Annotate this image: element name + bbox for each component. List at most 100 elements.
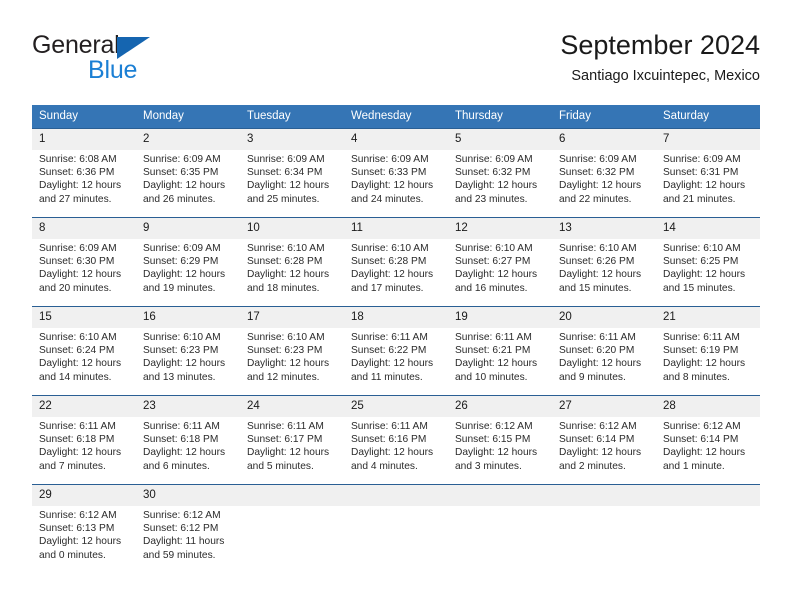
- sunset-text: Sunset: 6:21 PM: [455, 345, 531, 357]
- generalblue-logo[interactable]: General Blue: [32, 28, 212, 84]
- sunset-text: Sunset: 6:14 PM: [559, 434, 635, 446]
- day-number: [656, 485, 760, 506]
- day-cell[interactable]: 21 Sunrise: 6:11 AM Sunset: 6:19 PM Dayl…: [656, 306, 760, 396]
- day-number: [344, 485, 448, 506]
- daylight-text-line2: and 18 minutes.: [247, 282, 320, 294]
- day-cell[interactable]: 22 Sunrise: 6:11 AM Sunset: 6:18 PM Dayl…: [32, 395, 136, 485]
- day-details: Sunrise: 6:11 AM Sunset: 6:19 PM Dayligh…: [656, 328, 760, 384]
- daylight-text-line1: Daylight: 12 hours: [663, 180, 746, 192]
- day-cell[interactable]: 18 Sunrise: 6:11 AM Sunset: 6:22 PM Dayl…: [344, 306, 448, 396]
- day-details: Sunrise: 6:12 AM Sunset: 6:12 PM Dayligh…: [136, 506, 240, 562]
- day-cell-empty: [656, 484, 760, 573]
- day-cell[interactable]: 10 Sunrise: 6:10 AM Sunset: 6:28 PM Dayl…: [240, 217, 344, 307]
- day-cell[interactable]: 24 Sunrise: 6:11 AM Sunset: 6:17 PM Dayl…: [240, 395, 344, 485]
- sunset-text: Sunset: 6:30 PM: [39, 256, 115, 268]
- daylight-text-line1: Daylight: 12 hours: [663, 358, 746, 370]
- day-cell[interactable]: 26 Sunrise: 6:12 AM Sunset: 6:15 PM Dayl…: [448, 395, 552, 485]
- day-cell[interactable]: 1 Sunrise: 6:08 AM Sunset: 6:36 PM Dayli…: [32, 128, 136, 218]
- day-cell[interactable]: 6 Sunrise: 6:09 AM Sunset: 6:32 PM Dayli…: [552, 128, 656, 218]
- sunrise-text: Sunrise: 6:08 AM: [39, 154, 117, 165]
- day-number: 18: [344, 307, 448, 328]
- day-number: 9: [136, 218, 240, 239]
- day-cell[interactable]: 13 Sunrise: 6:10 AM Sunset: 6:26 PM Dayl…: [552, 217, 656, 307]
- daylight-text-line2: and 15 minutes.: [559, 282, 632, 294]
- sunrise-text: Sunrise: 6:12 AM: [559, 421, 637, 432]
- sunset-text: Sunset: 6:32 PM: [455, 167, 531, 179]
- day-number: 2: [136, 129, 240, 150]
- day-details: Sunrise: 6:11 AM Sunset: 6:20 PM Dayligh…: [552, 328, 656, 384]
- day-details: Sunrise: 6:12 AM Sunset: 6:14 PM Dayligh…: [552, 417, 656, 473]
- day-cell[interactable]: 23 Sunrise: 6:11 AM Sunset: 6:18 PM Dayl…: [136, 395, 240, 485]
- daylight-text-line2: and 1 minute.: [663, 460, 725, 472]
- sunset-text: Sunset: 6:23 PM: [143, 345, 219, 357]
- day-details: Sunrise: 6:11 AM Sunset: 6:18 PM Dayligh…: [32, 417, 136, 473]
- daylight-text-line2: and 2 minutes.: [559, 460, 626, 472]
- day-number: 19: [448, 307, 552, 328]
- day-details: Sunrise: 6:09 AM Sunset: 6:35 PM Dayligh…: [136, 150, 240, 206]
- calendar-week-row: 22 Sunrise: 6:11 AM Sunset: 6:18 PM Dayl…: [32, 395, 760, 485]
- day-number: 29: [32, 485, 136, 506]
- page-header: General Blue September 2024 Santiago Ixc…: [32, 28, 760, 90]
- weekday-header-saturday: Saturday: [656, 105, 760, 129]
- day-number: 15: [32, 307, 136, 328]
- day-number: 4: [344, 129, 448, 150]
- daylight-text-line1: Daylight: 12 hours: [39, 269, 122, 281]
- daylight-text-line1: Daylight: 12 hours: [663, 447, 746, 459]
- day-details: Sunrise: 6:11 AM Sunset: 6:16 PM Dayligh…: [344, 417, 448, 473]
- day-details: Sunrise: 6:08 AM Sunset: 6:36 PM Dayligh…: [32, 150, 136, 206]
- sunrise-text: Sunrise: 6:11 AM: [247, 421, 324, 432]
- day-cell[interactable]: 28 Sunrise: 6:12 AM Sunset: 6:14 PM Dayl…: [656, 395, 760, 485]
- daylight-text-line1: Daylight: 12 hours: [39, 358, 122, 370]
- day-cell[interactable]: 15 Sunrise: 6:10 AM Sunset: 6:24 PM Dayl…: [32, 306, 136, 396]
- sunrise-text: Sunrise: 6:12 AM: [143, 510, 221, 521]
- day-cell[interactable]: 14 Sunrise: 6:10 AM Sunset: 6:25 PM Dayl…: [656, 217, 760, 307]
- daylight-text-line2: and 3 minutes.: [455, 460, 522, 472]
- day-cell[interactable]: 11 Sunrise: 6:10 AM Sunset: 6:28 PM Dayl…: [344, 217, 448, 307]
- day-cell[interactable]: 5 Sunrise: 6:09 AM Sunset: 6:32 PM Dayli…: [448, 128, 552, 218]
- day-cell[interactable]: 2 Sunrise: 6:09 AM Sunset: 6:35 PM Dayli…: [136, 128, 240, 218]
- page-title: September 2024: [560, 30, 760, 60]
- sunrise-text: Sunrise: 6:10 AM: [143, 332, 221, 343]
- day-cell[interactable]: 17 Sunrise: 6:10 AM Sunset: 6:23 PM Dayl…: [240, 306, 344, 396]
- daylight-text-line1: Daylight: 12 hours: [455, 447, 538, 459]
- day-cell[interactable]: 4 Sunrise: 6:09 AM Sunset: 6:33 PM Dayli…: [344, 128, 448, 218]
- day-number: 17: [240, 307, 344, 328]
- day-cell[interactable]: 27 Sunrise: 6:12 AM Sunset: 6:14 PM Dayl…: [552, 395, 656, 485]
- sunrise-text: Sunrise: 6:10 AM: [39, 332, 117, 343]
- daylight-text-line2: and 23 minutes.: [455, 193, 528, 205]
- day-cell[interactable]: 20 Sunrise: 6:11 AM Sunset: 6:20 PM Dayl…: [552, 306, 656, 396]
- daylight-text-line1: Daylight: 12 hours: [39, 536, 122, 548]
- daylight-text-line2: and 22 minutes.: [559, 193, 632, 205]
- daylight-text-line2: and 25 minutes.: [247, 193, 320, 205]
- day-details: Sunrise: 6:10 AM Sunset: 6:24 PM Dayligh…: [32, 328, 136, 384]
- day-cell[interactable]: 19 Sunrise: 6:11 AM Sunset: 6:21 PM Dayl…: [448, 306, 552, 396]
- day-cell[interactable]: 7 Sunrise: 6:09 AM Sunset: 6:31 PM Dayli…: [656, 128, 760, 218]
- day-number: 23: [136, 396, 240, 417]
- day-number: 22: [32, 396, 136, 417]
- daylight-text-line1: Daylight: 12 hours: [663, 269, 746, 281]
- day-details: Sunrise: 6:10 AM Sunset: 6:23 PM Dayligh…: [136, 328, 240, 384]
- daylight-text-line1: Daylight: 12 hours: [559, 358, 642, 370]
- day-details: Sunrise: 6:12 AM Sunset: 6:13 PM Dayligh…: [32, 506, 136, 562]
- day-number: 30: [136, 485, 240, 506]
- sunrise-text: Sunrise: 6:10 AM: [351, 243, 429, 254]
- day-cell[interactable]: 8 Sunrise: 6:09 AM Sunset: 6:30 PM Dayli…: [32, 217, 136, 307]
- day-cell[interactable]: 9 Sunrise: 6:09 AM Sunset: 6:29 PM Dayli…: [136, 217, 240, 307]
- day-cell[interactable]: 16 Sunrise: 6:10 AM Sunset: 6:23 PM Dayl…: [136, 306, 240, 396]
- day-cell[interactable]: 29 Sunrise: 6:12 AM Sunset: 6:13 PM Dayl…: [32, 484, 136, 573]
- day-number: 11: [344, 218, 448, 239]
- daylight-text-line2: and 10 minutes.: [455, 371, 528, 383]
- sunset-text: Sunset: 6:20 PM: [559, 345, 635, 357]
- day-cell[interactable]: 12 Sunrise: 6:10 AM Sunset: 6:27 PM Dayl…: [448, 217, 552, 307]
- day-cell[interactable]: 25 Sunrise: 6:11 AM Sunset: 6:16 PM Dayl…: [344, 395, 448, 485]
- daylight-text-line1: Daylight: 12 hours: [247, 269, 330, 281]
- daylight-text-line1: Daylight: 12 hours: [247, 447, 330, 459]
- day-cell[interactable]: 30 Sunrise: 6:12 AM Sunset: 6:12 PM Dayl…: [136, 484, 240, 573]
- sunset-text: Sunset: 6:18 PM: [39, 434, 115, 446]
- day-cell[interactable]: 3 Sunrise: 6:09 AM Sunset: 6:34 PM Dayli…: [240, 128, 344, 218]
- daylight-text-line2: and 21 minutes.: [663, 193, 736, 205]
- day-details: Sunrise: 6:09 AM Sunset: 6:31 PM Dayligh…: [656, 150, 760, 206]
- day-number: 12: [448, 218, 552, 239]
- weekday-header-sunday: Sunday: [32, 105, 136, 129]
- sunrise-text: Sunrise: 6:11 AM: [559, 332, 636, 343]
